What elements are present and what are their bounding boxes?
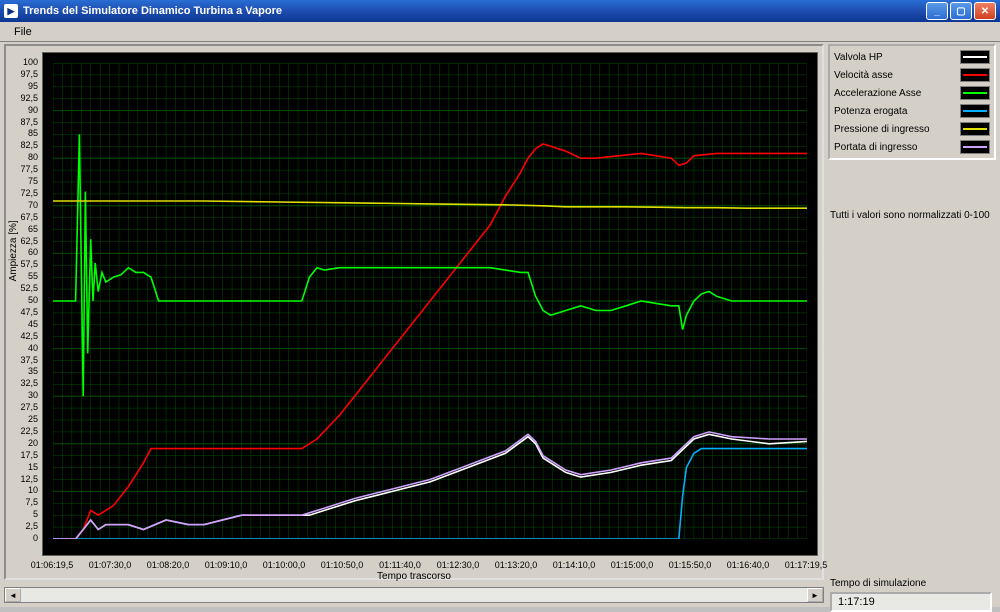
y-tick-label: 57,5: [8, 259, 38, 269]
x-tick-label: 01:06:19,5: [31, 560, 74, 570]
y-tick-label: 90: [8, 105, 38, 115]
legend-swatch: [960, 86, 990, 100]
y-tick-label: 37,5: [8, 355, 38, 365]
y-tick-label: 97,5: [8, 69, 38, 79]
y-tick-label: 2,5: [8, 521, 38, 531]
y-tick-label: 47,5: [8, 307, 38, 317]
legend-item[interactable]: Velocità asse: [832, 66, 992, 84]
y-tick-label: 100: [8, 57, 38, 67]
y-tick-label: 7,5: [8, 497, 38, 507]
legend-label: Velocità asse: [834, 70, 893, 81]
x-axis-label: Tempo trascorso: [377, 571, 451, 582]
legend: Valvola HP Velocità asse Accelerazione Ass…: [828, 44, 996, 160]
y-tick-label: 92,5: [8, 93, 38, 103]
y-tick-label: 35: [8, 366, 38, 376]
legend-item[interactable]: Pressione di ingresso: [832, 120, 992, 138]
x-tick-label: 01:17:19,5: [785, 560, 828, 570]
window-title: Trends del Simulatore Dinamico Turbina a…: [23, 5, 282, 17]
chart-scrollbar[interactable]: ◄ ►: [4, 587, 824, 603]
y-tick-label: 50: [8, 295, 38, 305]
y-tick-label: 32,5: [8, 378, 38, 388]
x-tick-label: 01:11:40,0: [379, 560, 421, 570]
y-tick-label: 70: [8, 200, 38, 210]
window-titlebar: ▶ Trends del Simulatore Dinamico Turbina…: [0, 0, 1000, 22]
legend-item[interactable]: Portata di ingresso: [832, 138, 992, 156]
y-tick-label: 72,5: [8, 188, 38, 198]
x-tick-label: 01:13:20,0: [495, 560, 538, 570]
x-tick-label: 01:12:30,0: [437, 560, 480, 570]
scroll-track[interactable]: [21, 588, 807, 602]
minimize-button[interactable]: _: [926, 2, 948, 20]
legend-swatch: [960, 122, 990, 136]
y-tick-label: 75: [8, 176, 38, 186]
x-tick-label: 01:07:30,0: [89, 560, 132, 570]
maximize-button[interactable]: ▢: [950, 2, 972, 20]
y-tick-label: 67,5: [8, 212, 38, 222]
y-tick-label: 12,5: [8, 474, 38, 484]
y-tick-label: 62,5: [8, 236, 38, 246]
x-tick-label: 01:16:40,0: [727, 560, 770, 570]
y-tick-label: 20: [8, 438, 38, 448]
content-area: Ampiezza [%] Tempo trascorso 02,557,5101…: [0, 42, 1000, 607]
x-tick-label: 01:10:00,0: [263, 560, 306, 570]
y-tick-label: 30: [8, 390, 38, 400]
x-tick-label: 01:09:10,0: [205, 560, 248, 570]
y-tick-label: 27,5: [8, 402, 38, 412]
legend-item[interactable]: Accelerazione Asse: [832, 84, 992, 102]
legend-item[interactable]: Potenza erogata: [832, 102, 992, 120]
scroll-right-icon[interactable]: ►: [807, 588, 823, 602]
plot-area: [42, 52, 818, 556]
sim-time-label: Tempo di simulazione: [830, 578, 926, 589]
x-tick-label: 01:15:00,0: [611, 560, 654, 570]
legend-swatch: [960, 140, 990, 154]
legend-label: Portata di ingresso: [834, 142, 917, 153]
y-tick-label: 52,5: [8, 283, 38, 293]
y-tick-label: 65: [8, 224, 38, 234]
y-tick-label: 85: [8, 128, 38, 138]
y-tick-label: 77,5: [8, 164, 38, 174]
legend-swatch: [960, 68, 990, 82]
scroll-left-icon[interactable]: ◄: [5, 588, 21, 602]
y-tick-label: 10: [8, 485, 38, 495]
menubar: File: [0, 22, 1000, 42]
y-tick-label: 60: [8, 247, 38, 257]
y-tick-label: 45: [8, 319, 38, 329]
y-tick-label: 87,5: [8, 117, 38, 127]
close-button[interactable]: ✕: [974, 2, 996, 20]
legend-swatch: [960, 104, 990, 118]
normalization-label: Tutti i valori sono normalizzati 0-100: [830, 210, 996, 221]
y-tick-label: 22,5: [8, 426, 38, 436]
x-tick-label: 01:14:10,0: [553, 560, 596, 570]
y-tick-label: 42,5: [8, 331, 38, 341]
legend-label: Potenza erogata: [834, 106, 907, 117]
legend-label: Accelerazione Asse: [834, 88, 921, 99]
legend-label: Pressione di ingresso: [834, 124, 930, 135]
chart-panel: Ampiezza [%] Tempo trascorso 02,557,5101…: [4, 44, 824, 580]
y-tick-label: 80: [8, 152, 38, 162]
y-tick-label: 95: [8, 81, 38, 91]
menu-file[interactable]: File: [6, 24, 40, 40]
app-icon: ▶: [4, 4, 18, 18]
y-tick-label: 5: [8, 509, 38, 519]
y-tick-label: 40: [8, 343, 38, 353]
y-tick-label: 15: [8, 462, 38, 472]
y-tick-label: 25: [8, 414, 38, 424]
sim-time-value: 1:17:19: [830, 592, 992, 612]
x-tick-label: 01:08:20,0: [147, 560, 190, 570]
y-tick-label: 17,5: [8, 450, 38, 460]
x-tick-label: 01:10:50,0: [321, 560, 364, 570]
y-tick-label: 82,5: [8, 140, 38, 150]
x-tick-label: 01:15:50,0: [669, 560, 712, 570]
y-tick-label: 55: [8, 271, 38, 281]
y-tick-label: 0: [8, 533, 38, 543]
legend-label: Valvola HP: [834, 52, 883, 63]
legend-swatch: [960, 50, 990, 64]
legend-item[interactable]: Valvola HP: [832, 48, 992, 66]
